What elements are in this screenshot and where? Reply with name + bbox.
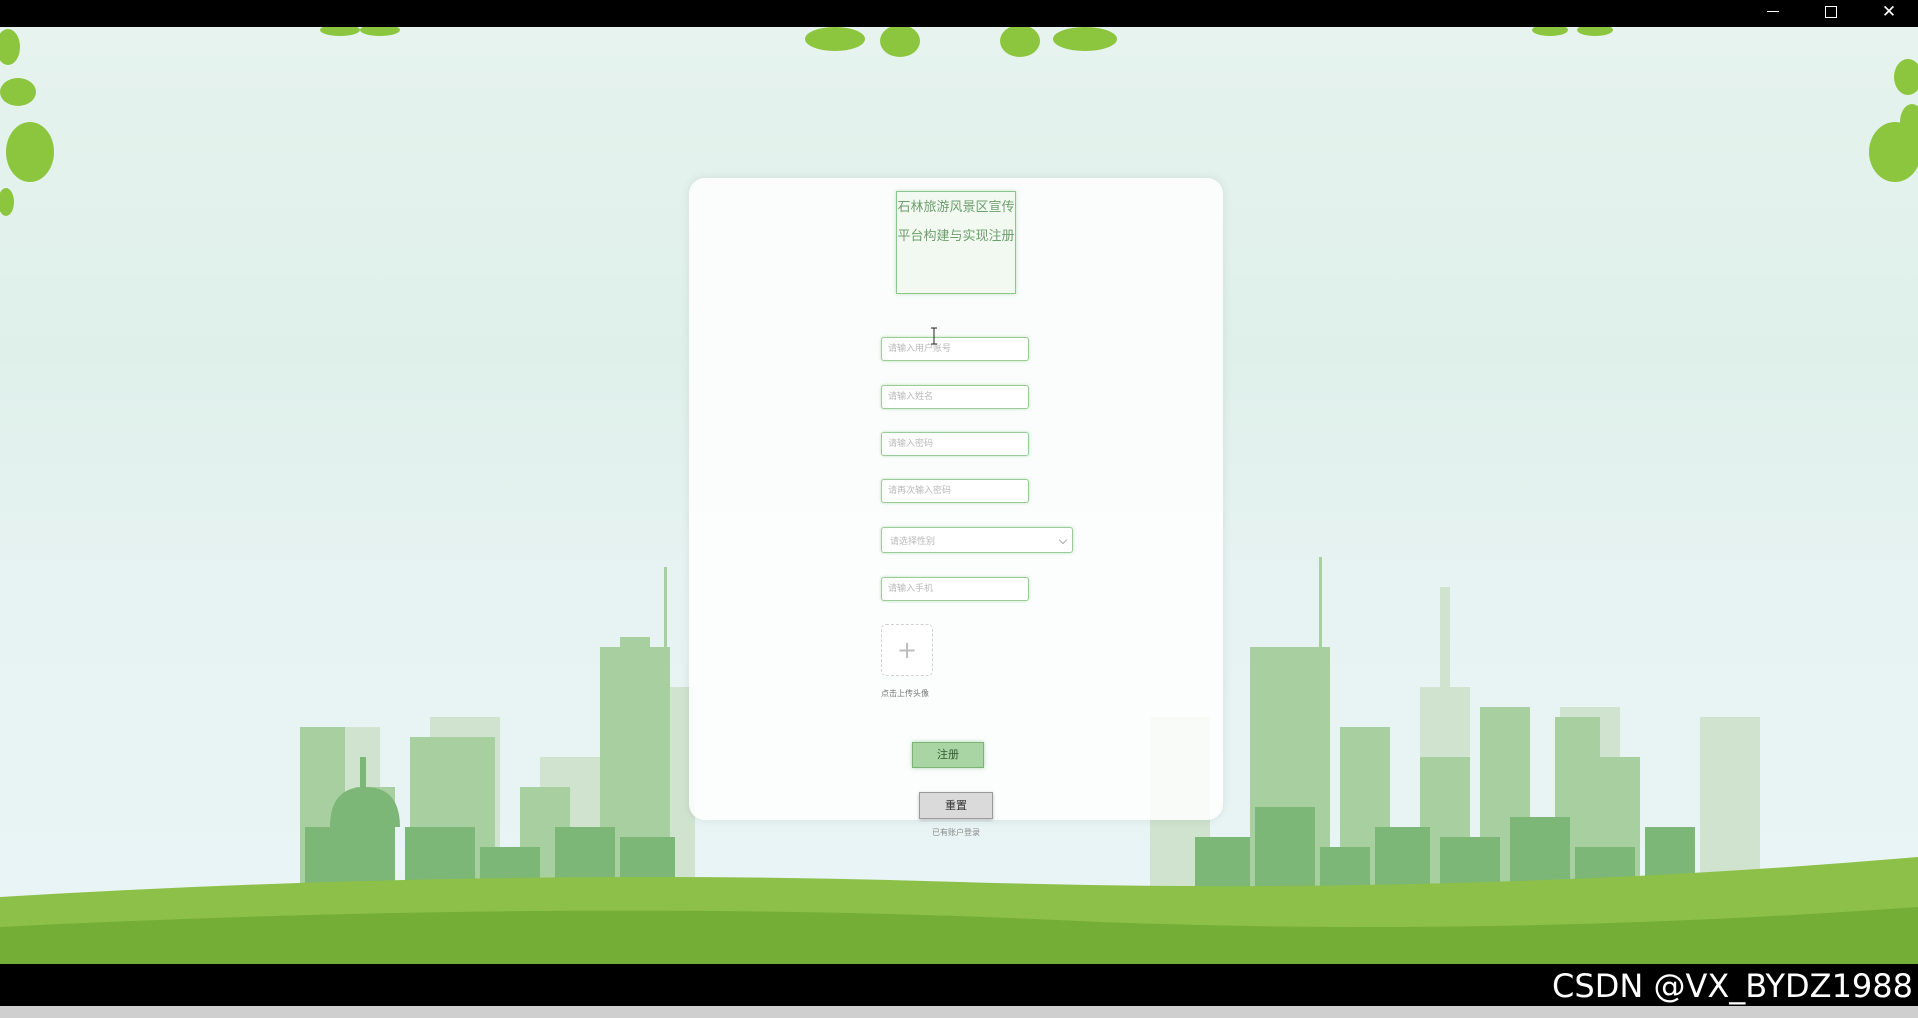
- confirm-password-input[interactable]: [881, 479, 1029, 503]
- name-input[interactable]: [881, 385, 1029, 409]
- login-link[interactable]: 已有账户登录: [932, 827, 980, 838]
- bottom-bar: CSDN @VX_BYDZ1988: [0, 964, 1918, 1006]
- register-button[interactable]: 注册: [912, 742, 984, 768]
- bottom-strip: [0, 1006, 1918, 1018]
- page-viewport: 石林旅游风景区宣传平台构建与实现注册 请选择性别 + 点击上传头像 注册 重置 …: [0, 27, 1918, 964]
- gender-select[interactable]: 请选择性别: [881, 527, 1073, 553]
- avatar-upload[interactable]: +: [881, 624, 933, 676]
- gender-select-placeholder: 请选择性别: [890, 537, 936, 547]
- reset-button[interactable]: 重置: [919, 792, 993, 819]
- username-input[interactable]: [881, 337, 1029, 361]
- plus-icon: +: [896, 636, 918, 664]
- close-icon: ✕: [1881, 2, 1897, 22]
- phone-input[interactable]: [881, 577, 1029, 601]
- text-cursor-icon: [931, 327, 937, 345]
- maximize-icon: [1825, 6, 1837, 18]
- screen: ✕ 石林旅游风景区宣传平台构建与实现注册 请输入用户账号 请输入姓名 请选择性别…: [0, 0, 1918, 1018]
- form-title: 石林旅游风景区宣传平台构建与实现注册: [896, 191, 1016, 294]
- avatar-upload-label: 点击上传头像: [881, 689, 929, 698]
- minimize-icon: [1767, 11, 1779, 12]
- chevron-down-icon: [1058, 535, 1068, 545]
- register-card: 石林旅游风景区宣传平台构建与实现注册 请选择性别 + 点击上传头像 注册 重置 …: [689, 178, 1223, 837]
- password-input[interactable]: [881, 432, 1029, 456]
- close-button[interactable]: ✕: [1866, 0, 1912, 27]
- window-titlebar: ✕: [0, 0, 1918, 27]
- watermark: CSDN @VX_BYDZ1988: [1552, 967, 1913, 1005]
- minimize-button[interactable]: [1750, 0, 1796, 27]
- maximize-button[interactable]: [1808, 0, 1854, 27]
